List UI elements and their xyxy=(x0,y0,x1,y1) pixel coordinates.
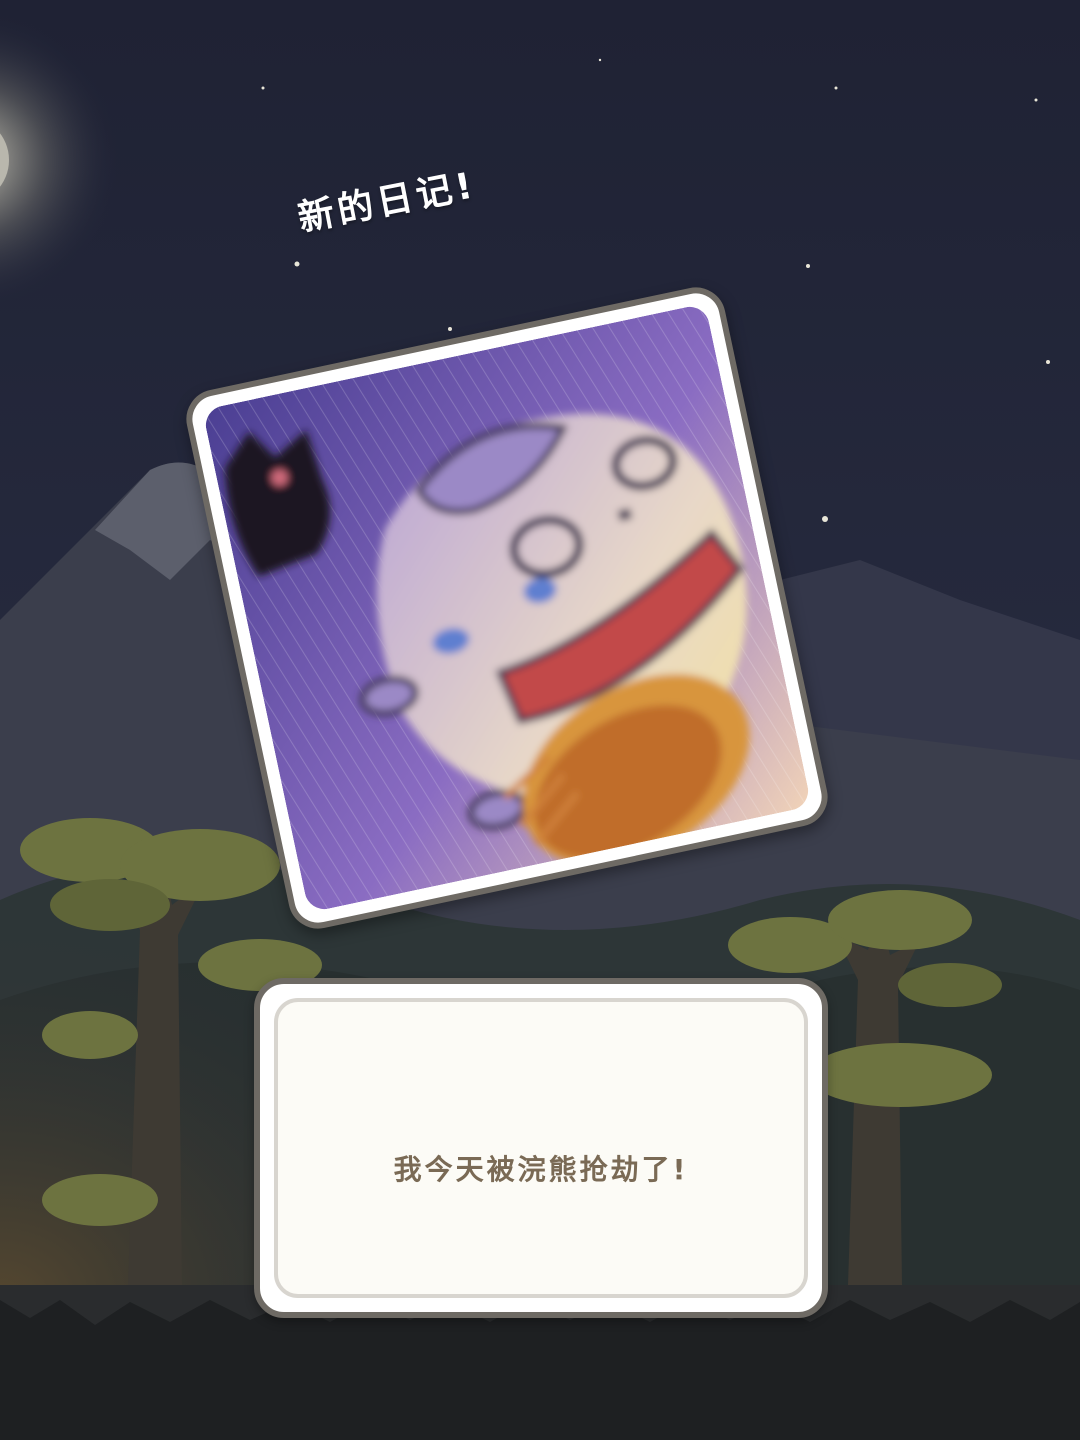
diary-photo-card[interactable] xyxy=(180,281,834,935)
diary-text-panel: 我今天被浣熊抢劫了! xyxy=(274,998,808,1298)
diary-entry-text: 我今天被浣熊抢劫了! xyxy=(393,1153,689,1186)
game-scene[interactable]: 新的日记! 我今天被浣熊抢劫了! xyxy=(0,0,1080,1440)
diary-photo xyxy=(202,303,812,913)
raccoon-robbery-illustration xyxy=(202,303,812,913)
diary-text-card[interactable]: 我今天被浣熊抢劫了! xyxy=(254,978,828,1318)
